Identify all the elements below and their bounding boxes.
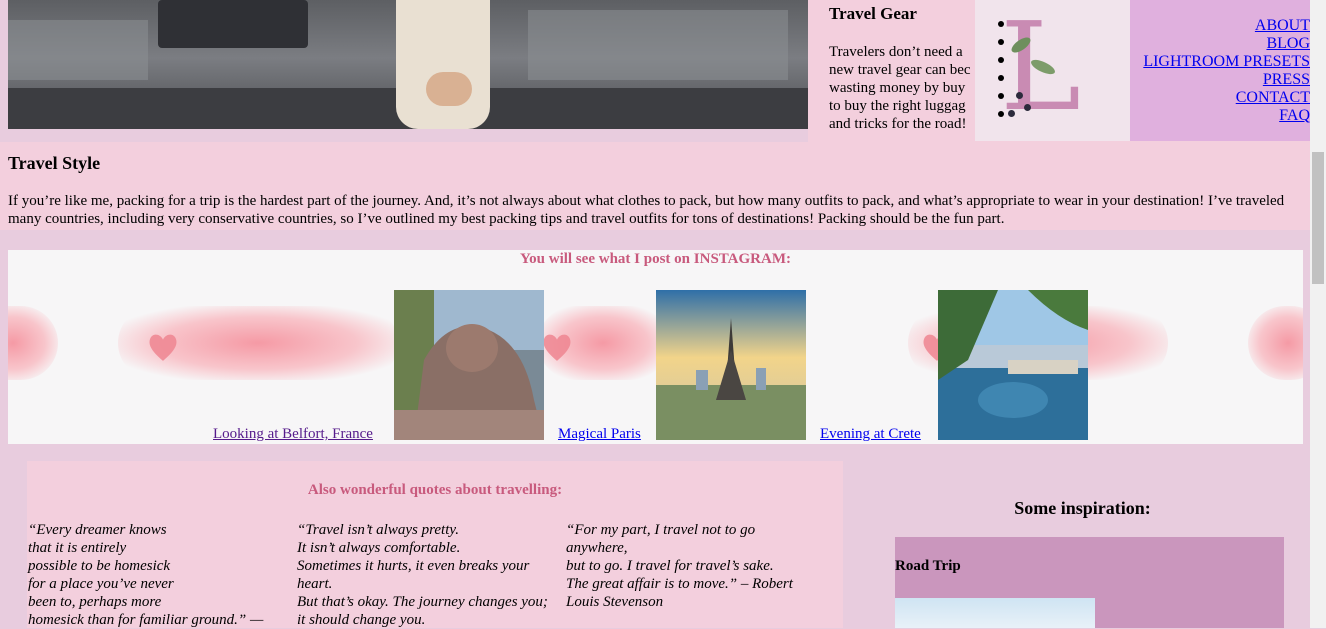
- post-link-belfort[interactable]: Looking at Belfort, France: [213, 426, 373, 443]
- gear-line: new travel gear can bec: [829, 62, 971, 78]
- pink-glow: [8, 306, 58, 380]
- gear-line: and tricks for the road!: [829, 116, 967, 132]
- nav-faq-link[interactable]: FAQ: [1279, 107, 1310, 124]
- berry-decoration: [1016, 92, 1023, 99]
- scrollbar-track[interactable]: [1310, 0, 1326, 628]
- quote-item: “Travel isn’t always pretty. It isn’t al…: [297, 522, 548, 628]
- inspiration-card-label: Road Trip: [895, 558, 961, 574]
- person-figure: [396, 0, 490, 129]
- post-link-paris[interactable]: Magical Paris: [558, 426, 641, 443]
- berry-decoration: [1024, 104, 1031, 111]
- heart-icon: [149, 334, 177, 361]
- quote-item: “For my part, I travel not to go anywher…: [566, 522, 793, 610]
- nav-about-link[interactable]: ABOUT: [1255, 17, 1310, 34]
- gear-line: Travelers don’t need a: [829, 44, 963, 60]
- gear-line: to buy the right luggag: [829, 98, 966, 114]
- travel-gear-text: Travelers don’t need a new travel gear c…: [829, 43, 975, 133]
- travel-style-title: Travel Style: [8, 153, 101, 173]
- crete-harbor-photo[interactable]: [938, 290, 1088, 440]
- bench-shape: [158, 0, 308, 48]
- hero-photo: [8, 0, 808, 129]
- nav-contact-link[interactable]: CONTACT: [1236, 89, 1310, 106]
- gear-line: wasting money by buy: [829, 80, 966, 96]
- inspiration-title: Some inspiration:: [1014, 498, 1151, 518]
- nav-blog-link[interactable]: BLOG: [1266, 35, 1310, 52]
- main-nav: ABOUT BLOG LIGHTROOM PRESETS PRESS CONTA…: [1130, 0, 1310, 141]
- quotes-heading: Also wonderful quotes about travelling:: [307, 482, 563, 498]
- instagram-heading: You will see what I post on INSTAGRAM:: [520, 251, 791, 267]
- scrollbar-thumb[interactable]: [1312, 152, 1324, 284]
- post-link-crete[interactable]: Evening at Crete: [820, 426, 921, 443]
- pink-glow: [1248, 306, 1303, 380]
- belfort-lion-photo[interactable]: [394, 290, 544, 440]
- quote-item: “Every dreamer knows that it is entirely…: [28, 522, 264, 628]
- heart-icon: [543, 334, 571, 361]
- nav-lightroom-presets-link[interactable]: LIGHTROOM PRESETS: [1143, 53, 1310, 70]
- paris-eiffel-photo[interactable]: [656, 290, 806, 440]
- road-trip-photo[interactable]: [895, 598, 1095, 628]
- travel-gear-title: Travel Gear: [829, 4, 917, 23]
- berry-decoration: [1008, 110, 1015, 117]
- nav-press-link[interactable]: PRESS: [1263, 71, 1310, 88]
- travel-style-text: If you’re like me, packing for a trip is…: [8, 193, 1285, 227]
